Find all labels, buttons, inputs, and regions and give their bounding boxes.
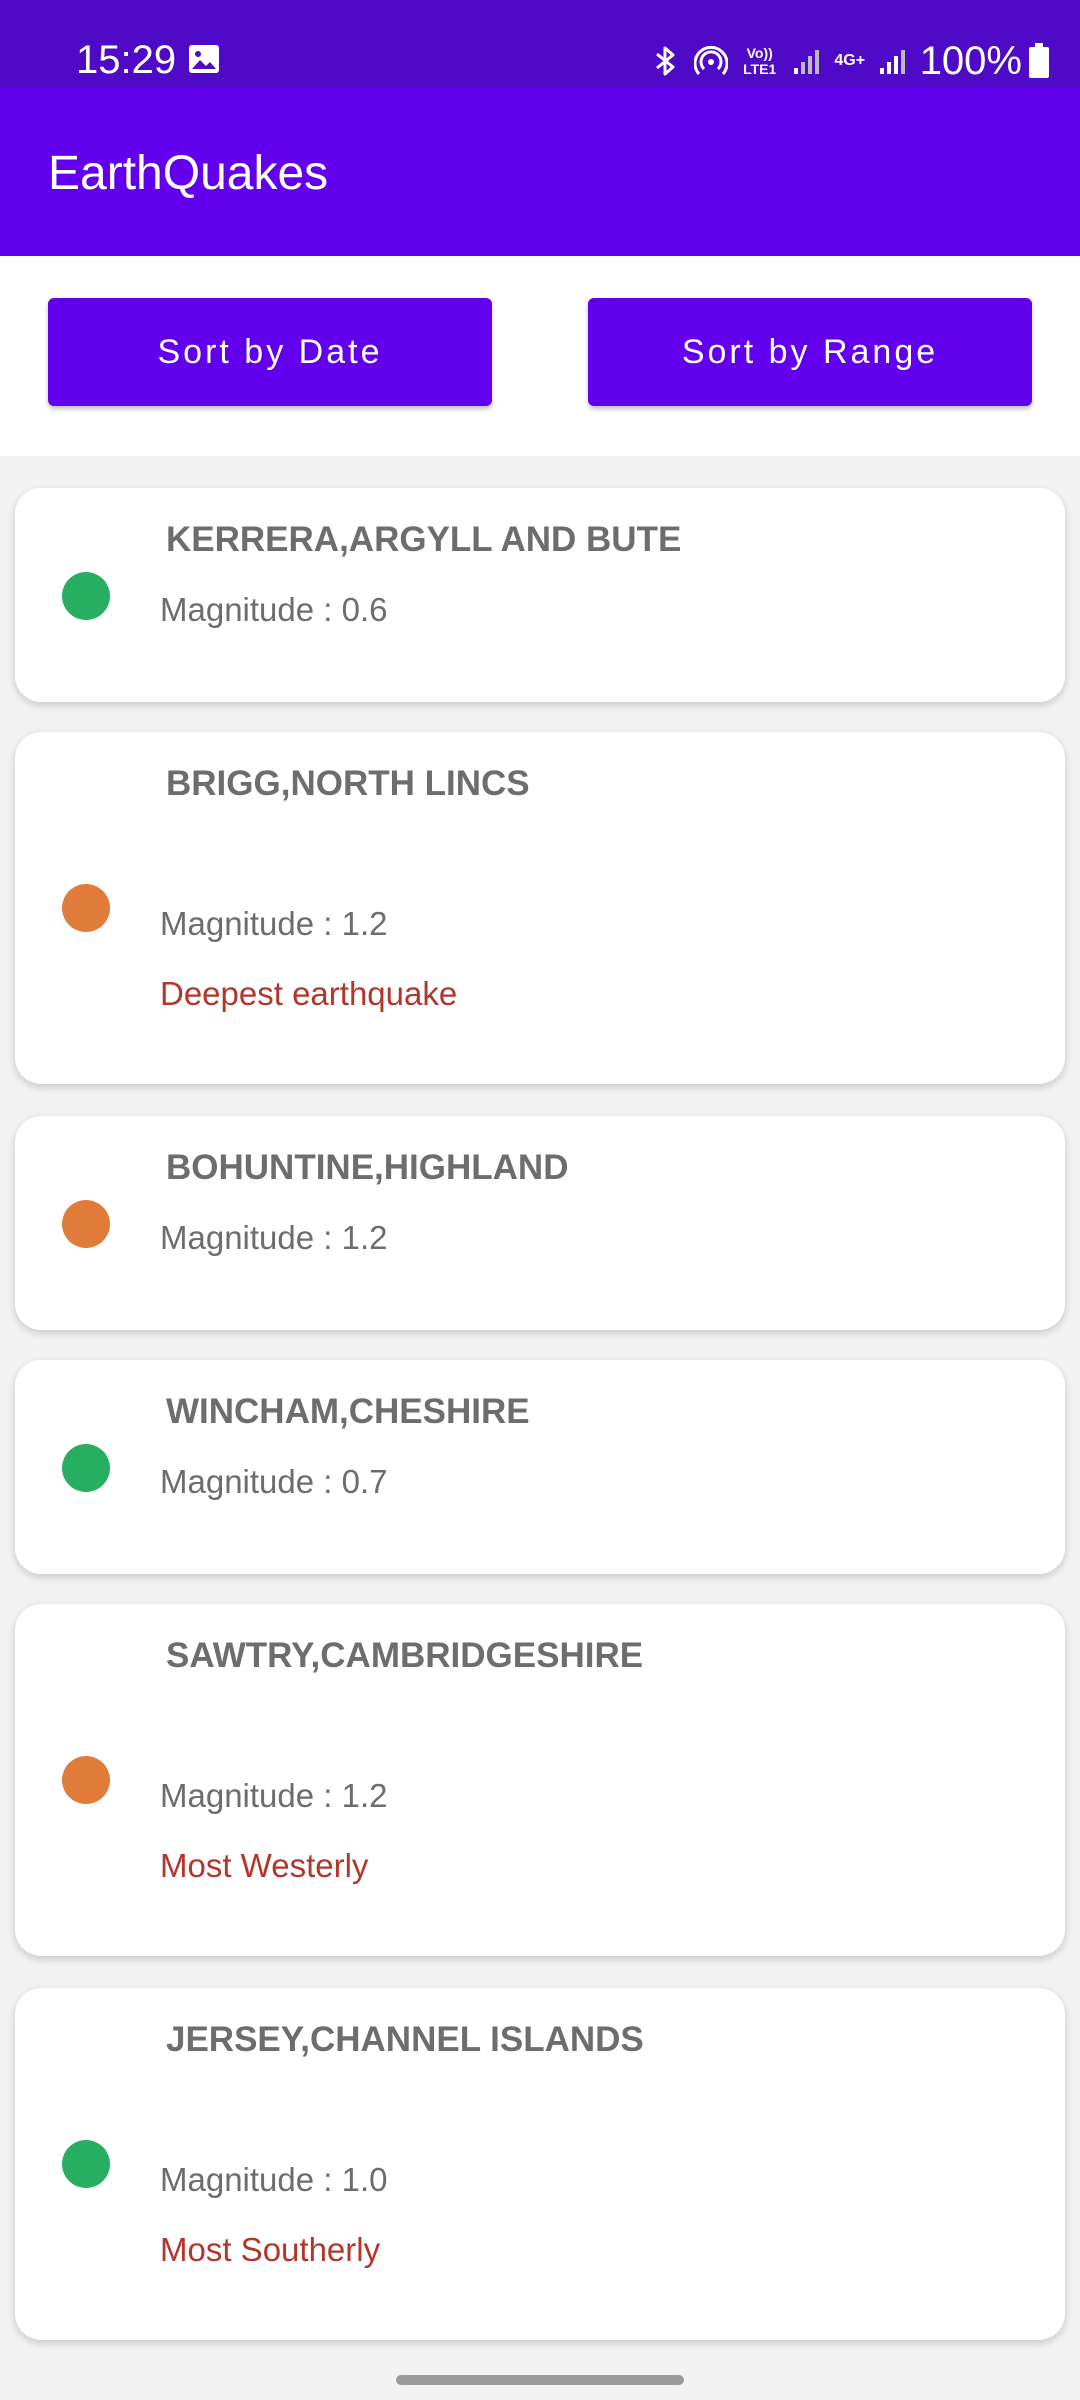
earthquake-magnitude: Magnitude : 1.2 (160, 1219, 388, 1256)
magnitude-indicator-icon (62, 884, 110, 932)
earthquake-note: Most Westerly (160, 1847, 369, 1884)
gallery-icon (189, 45, 219, 73)
app-title: EarthQuakes (48, 147, 329, 200)
magnitude-indicator-icon (62, 1756, 110, 1804)
status-time: 15:29 (76, 38, 177, 82)
earthquake-location: BRIGG,NORTH LINCS (166, 764, 530, 803)
earthquake-location: SAWTRY,CAMBRIDGESHIRE (166, 1636, 644, 1675)
earthquake-card[interactable]: WINCHAM,CHESHIRE Magnitude : 0.7 (15, 1360, 1065, 1574)
earthquake-magnitude: Magnitude : 1.0 (160, 2161, 388, 2198)
earthquake-location: JERSEY,CHANNEL ISLANDS (166, 2020, 644, 2059)
magnitude-indicator-icon (62, 2140, 110, 2188)
navigation-bar (0, 2356, 1080, 2400)
signal-icon (879, 50, 905, 74)
earthquake-list-screen: Sort by Date Sort by Range KERRERA,ARGYL… (0, 256, 1080, 2356)
earthquake-magnitude: Magnitude : 0.7 (160, 1463, 388, 1500)
sort-by-date-button[interactable]: Sort by Date (48, 298, 492, 406)
earthquake-card[interactable]: BRIGG,NORTH LINCS Magnitude : 1.2 Deepes… (15, 732, 1065, 1084)
network-type: 4G+ (834, 52, 866, 69)
magnitude-indicator-icon (62, 1200, 110, 1248)
magnitude-indicator-icon (62, 572, 110, 620)
hotspot-icon (693, 45, 728, 75)
earthquake-card[interactable]: BOHUNTINE,HIGHLAND Magnitude : 1.2 (15, 1116, 1065, 1330)
sort-controls: Sort by Date Sort by Range (0, 256, 1080, 456)
bluetooth-icon (655, 46, 675, 76)
sort-by-range-button[interactable]: Sort by Range (588, 298, 1032, 406)
earthquake-card[interactable]: JERSEY,CHANNEL ISLANDS Magnitude : 1.0 M… (15, 1988, 1065, 2340)
volte-indicator: Vo)) LTE1 (740, 45, 780, 77)
status-icons: Vo)) LTE1 4G+ 100% (636, 36, 1050, 86)
volte-label-bottom: LTE1 (743, 61, 777, 77)
earthquake-magnitude: Magnitude : 1.2 (160, 1777, 388, 1814)
home-indicator[interactable] (396, 2375, 684, 2385)
earthquake-card[interactable]: KERRERA,ARGYLL AND BUTE Magnitude : 0.6 (15, 488, 1065, 702)
earthquake-location: KERRERA,ARGYLL AND BUTE (166, 520, 682, 559)
battery-level: 100% (919, 39, 1022, 83)
earthquake-location: BOHUNTINE,HIGHLAND (166, 1148, 569, 1187)
earthquake-note: Deepest earthquake (160, 975, 458, 1012)
app-bar: EarthQuakes (0, 88, 1080, 256)
earthquake-magnitude: Magnitude : 1.2 (160, 905, 388, 942)
signal-icon (793, 50, 819, 74)
battery-icon (1029, 43, 1049, 78)
volte-label-top: Vo)) (746, 45, 773, 61)
magnitude-indicator-icon (62, 1444, 110, 1492)
status-bar: 15:29 Vo)) LTE1 4G+ 100% (0, 0, 1080, 88)
earthquake-magnitude: Magnitude : 0.6 (160, 591, 388, 628)
earthquake-note: Most Southerly (160, 2231, 381, 2268)
earthquake-card[interactable]: SAWTRY,CAMBRIDGESHIRE Magnitude : 1.2 Mo… (15, 1604, 1065, 1956)
earthquake-location: WINCHAM,CHESHIRE (166, 1392, 530, 1431)
